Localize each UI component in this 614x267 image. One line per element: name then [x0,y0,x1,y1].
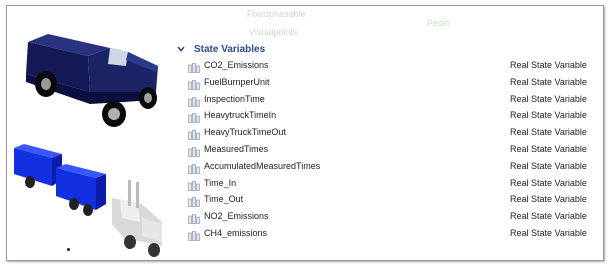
variable-row[interactable]: AccumulatedMeasuredTimes Real State Varia… [188,158,600,174]
faint-label: Pedio [427,18,451,28]
variable-row[interactable]: InspectionTime Real State Variable [188,91,600,107]
stray-dot [67,248,70,251]
state-variable-icon [188,144,200,157]
variable-type: Real State Variable [510,60,587,70]
variable-name: HeavytruckTimeIn [204,110,277,121]
variable-name: HeavyTruckTimeOut [204,127,286,138]
state-variables-header[interactable]: State Variables [176,42,265,56]
section-title: State Variables [194,43,266,55]
variable-name: MeasuredTimes [204,144,269,154]
state-variable-icon [188,211,200,225]
state-variable-icon [188,110,200,124]
faint-label: Fixedphasable [247,9,306,19]
variable-name: NO2_Emissions [204,211,269,222]
variable-type: Real State Variable [510,228,587,238]
variable-name: FuelBurnperUnit [204,76,270,87]
variable-row[interactable]: NO2_Emissions Real State Variable [188,208,600,225]
variable-row[interactable]: Time_In Real State Variable [188,175,600,191]
variable-row[interactable]: CO2_Emissions Real State Variable [188,57,600,73]
chevron-down-icon[interactable] [176,44,186,54]
variable-row[interactable]: FuelBurnperUnit Real State Variable [188,74,600,90]
state-variable-icon [188,94,200,107]
variable-type: Real State Variable [510,177,587,188]
variable-type: Real State Variable [510,160,587,171]
semi-truck-image [14,144,162,257]
variable-type: Real State Variable [510,93,587,104]
variable-type: Real State Variable [510,110,587,121]
state-variable-icon [188,194,200,208]
variable-row[interactable]: HeavytruckTimeIn Real State Variable [188,107,600,124]
variable-type: Real State Variable [510,76,587,87]
variable-name: InspectionTime [204,93,265,104]
variable-name: Time_In [204,177,237,188]
variable-type: Real State Variable [510,211,587,222]
variable-type: Real State Variable [510,144,587,154]
pickup-truck-image [26,34,158,127]
state-variable-icon [188,228,200,241]
state-variable-icon [188,60,200,73]
faint-label: Visualpoints [249,27,298,37]
variable-row[interactable]: Time_Out Real State Variable [188,191,600,208]
variable-type: Real State Variable [510,194,587,205]
variable-type: Real State Variable [510,127,587,138]
variable-name: AccumulatedMeasuredTimes [204,160,321,171]
state-variable-icon [188,161,200,174]
state-variable-icon [188,127,200,141]
variable-name: CO2_Emissions [204,60,269,70]
state-variable-icon [188,178,200,191]
variable-name: Time_Out [204,194,244,205]
variable-row[interactable]: HeavyTruckTimeOut Real State Variable [188,124,600,141]
variable-row[interactable]: MeasuredTimes Real State Variable [188,141,600,157]
state-variable-icon [188,77,200,90]
variable-name: CH4_emissions [204,228,268,238]
variable-row[interactable]: CH4_emissions Real State Variable [188,225,600,241]
